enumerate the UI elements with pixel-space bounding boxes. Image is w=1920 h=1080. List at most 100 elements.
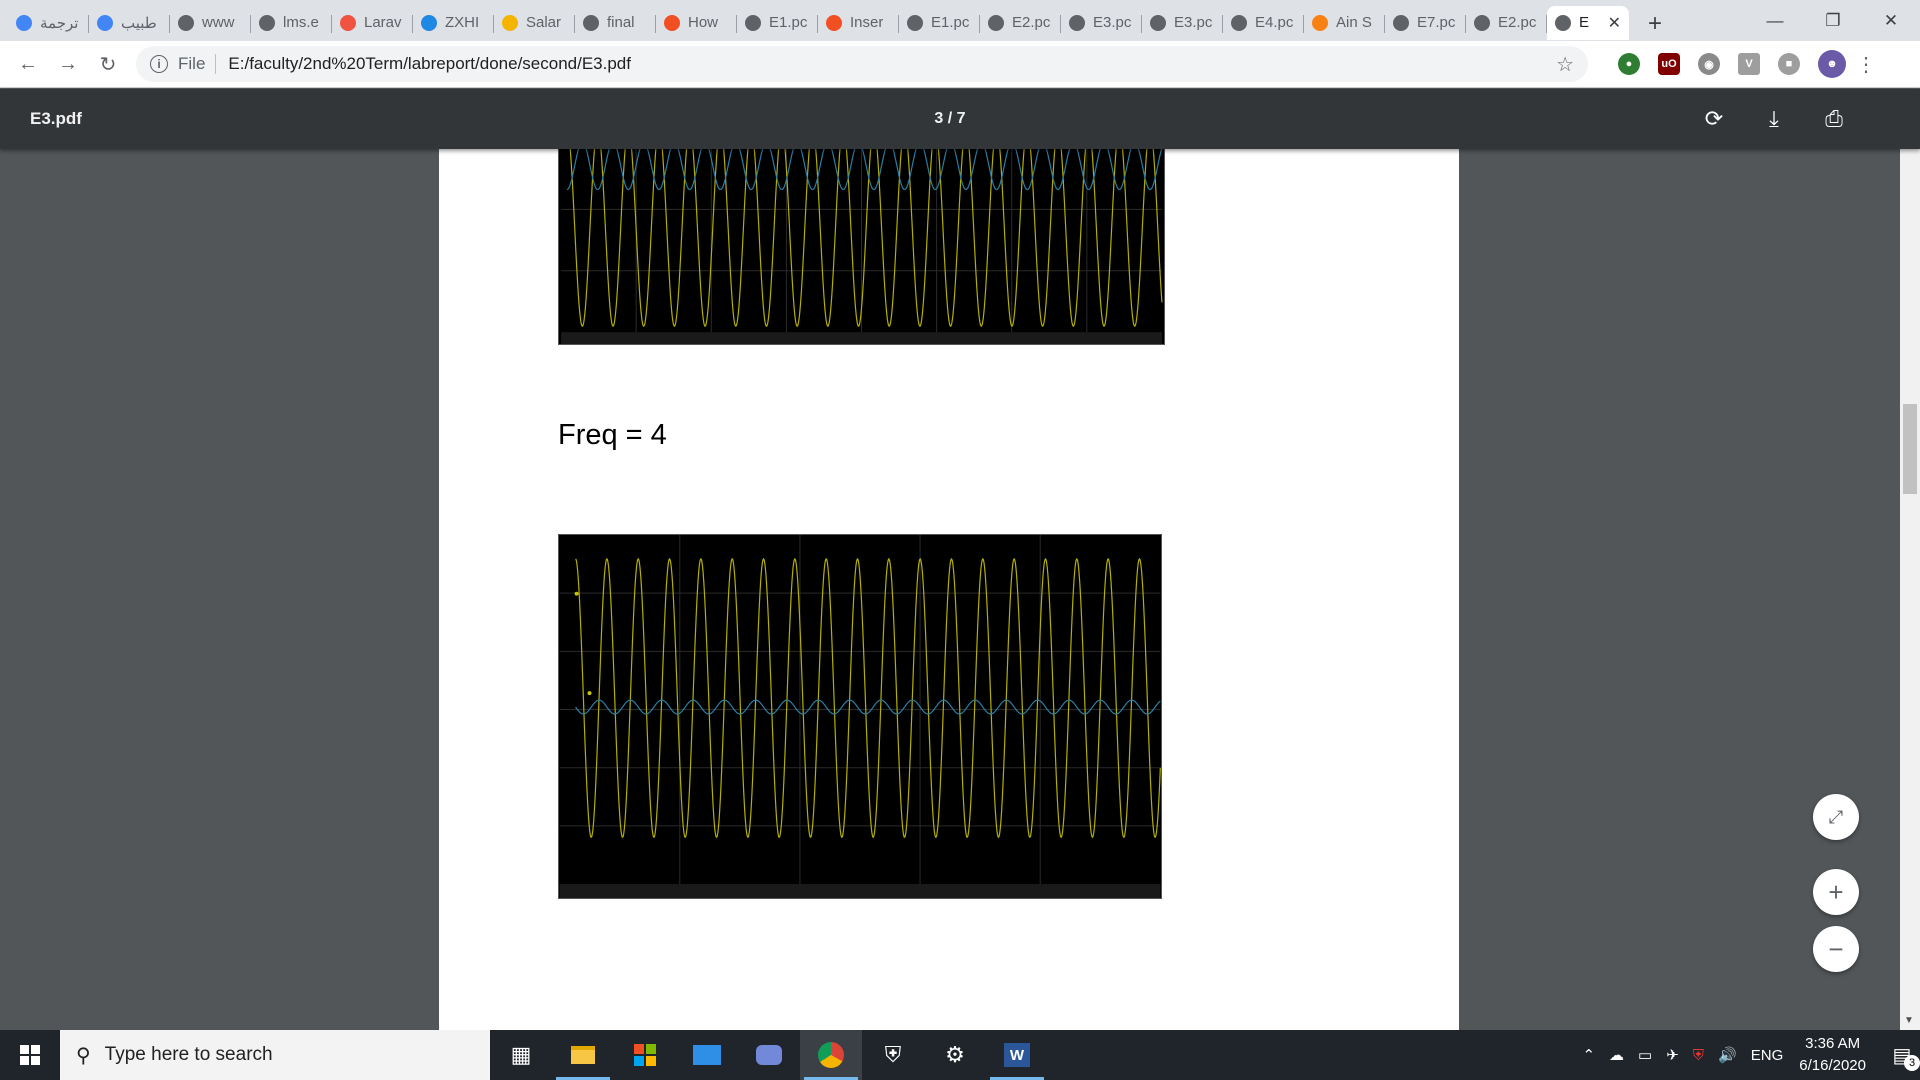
system-tray: ⌃ ☁ ▭ ✈ ⛨ 🔊 ENG <box>1582 1046 1793 1065</box>
windows-taskbar: ⚲ Type here to search ▦ ⛨ ⚙ W ⌃ ☁ ▭ ✈ ⛨ … <box>0 1030 1920 1080</box>
action-center-icon[interactable]: ▤ 3 <box>1884 1037 1920 1073</box>
taskbar-clock[interactable]: 3:36 AM 6/16/2020 <box>1799 1033 1866 1077</box>
page-indicator[interactable]: 3 / 7 <box>900 110 1000 128</box>
globe-icon <box>1474 14 1490 31</box>
extension-v-icon[interactable]: V <box>1738 53 1760 75</box>
browser-tab[interactable]: E3.pc <box>1142 6 1223 40</box>
extension-ghost-icon[interactable]: ◉ <box>1698 53 1720 75</box>
file-explorer-icon[interactable] <box>552 1030 614 1080</box>
browser-tab[interactable]: E1.pc <box>899 6 980 40</box>
tab-title: E7.pc <box>1417 14 1456 31</box>
reload-icon[interactable]: ↻ <box>88 44 128 84</box>
browser-tab[interactable]: Ain S <box>1304 6 1385 40</box>
url-text[interactable]: E:/faculty/2nd%20Term/labreport/done/sec… <box>228 54 1556 74</box>
pdf-filename: E3.pdf <box>30 109 82 128</box>
airplane-mode-icon[interactable]: ✈ <box>1666 1046 1679 1064</box>
rotate-icon[interactable]: ⟳ <box>1698 103 1730 135</box>
minimize-icon[interactable]: — <box>1746 0 1804 41</box>
flame-icon <box>502 14 518 31</box>
restore-icon[interactable]: ❐ <box>1804 0 1862 41</box>
back-arrow-icon[interactable]: ← <box>8 44 48 84</box>
tab-title: E <box>1579 14 1590 31</box>
browser-tab[interactable]: E4.pc <box>1223 6 1304 40</box>
tabs-container: ترجمة طبيب www lms.e Larav ZXHI Salar final How E… <box>0 0 1629 41</box>
browser-tab[interactable]: Salar <box>494 6 575 40</box>
google-translate-icon <box>16 14 32 31</box>
browser-toolbar: ← → ↻ i File E:/faculty/2nd%20Term/labre… <box>0 41 1920 88</box>
browser-tab[interactable]: lms.e <box>251 6 332 40</box>
browser-tab[interactable]: ترجمة <box>8 6 89 40</box>
discord-icon[interactable] <box>738 1030 800 1080</box>
microsoft-icon <box>664 14 680 31</box>
settings-gear-icon[interactable]: ⚙ <box>924 1030 986 1080</box>
close-tab-icon[interactable]: ✕ <box>1608 13 1621 33</box>
pdf-actions: ⟳ ⤓ ⎙ <box>1698 103 1850 135</box>
menu-dots-icon[interactable]: ⋮ <box>1856 52 1876 77</box>
laravel-icon <box>340 14 356 31</box>
microsoft-icon <box>826 14 842 31</box>
extension-shield-icon[interactable]: ■ <box>1778 53 1800 75</box>
browser-tab[interactable]: E2.pc <box>980 6 1061 40</box>
browser-tab[interactable]: E ✕ <box>1547 5 1629 40</box>
vertical-scrollbar[interactable]: ▲ ▼ <box>1900 89 1920 1030</box>
browser-tab[interactable]: Inser <box>818 6 899 40</box>
fit-page-icon[interactable]: ⤢ <box>1813 794 1859 840</box>
ublock-icon[interactable]: uO <box>1658 53 1680 75</box>
tab-title: lms.e <box>283 14 319 31</box>
word-icon[interactable]: W <box>986 1030 1048 1080</box>
new-tab-button[interactable]: + <box>1635 7 1675 41</box>
divider <box>215 54 217 74</box>
microsoft-store-icon[interactable] <box>614 1030 676 1080</box>
tab-title: E4.pc <box>1255 14 1294 31</box>
oscilloscope-plot-bottom <box>558 534 1162 899</box>
pdf-viewer: Freq = 4 <box>0 149 1900 1030</box>
browser-tab[interactable]: E3.pc <box>1061 6 1142 40</box>
globe-icon <box>259 14 275 31</box>
scroll-down-icon[interactable]: ▼ <box>1904 1015 1914 1026</box>
taskbar-search[interactable]: ⚲ Type here to search <box>60 1030 490 1080</box>
tab-title: Inser <box>850 14 884 31</box>
download-icon[interactable]: ⤓ <box>1758 103 1790 135</box>
address-bar[interactable]: i File E:/faculty/2nd%20Term/labreport/d… <box>136 46 1588 82</box>
chevron-up-icon[interactable]: ⌃ <box>1582 1046 1595 1064</box>
browser-tab[interactable]: طبيب <box>89 6 170 40</box>
battery-icon[interactable]: ▭ <box>1638 1046 1652 1064</box>
cloud-icon[interactable]: ☁ <box>1609 1046 1624 1064</box>
task-view-icon[interactable]: ▦ <box>490 1030 552 1080</box>
globe-icon <box>1069 14 1085 31</box>
windows-start-icon[interactable] <box>0 1030 60 1080</box>
print-icon[interactable]: ⎙ <box>1818 103 1850 135</box>
browser-tab[interactable]: ZXHI <box>413 6 494 40</box>
zte-icon <box>421 14 437 31</box>
profile-avatar[interactable]: ☻ <box>1818 50 1846 78</box>
extension-globe-icon[interactable]: ● <box>1618 53 1640 75</box>
scrollbar-thumb[interactable] <box>1903 404 1917 494</box>
tab-title: How <box>688 14 719 31</box>
volume-icon[interactable]: 🔊 <box>1718 1046 1737 1064</box>
info-icon[interactable]: i <box>150 55 168 73</box>
security-shield-icon[interactable]: ⛨ <box>862 1030 924 1080</box>
browser-tab[interactable]: E7.pc <box>1385 6 1466 40</box>
browser-tab[interactable]: E1.pc <box>737 6 818 40</box>
browser-tab[interactable]: www <box>170 6 251 40</box>
browser-tab[interactable]: final <box>575 6 656 40</box>
moodle-icon <box>1312 14 1328 31</box>
chrome-icon[interactable] <box>800 1030 862 1080</box>
forward-arrow-icon[interactable]: → <box>48 44 88 84</box>
browser-tab[interactable]: How <box>656 6 737 40</box>
extensions-area: ● uO ◉ V ■ ☻ <box>1618 50 1846 78</box>
browser-tab[interactable]: E2.pc <box>1466 6 1547 40</box>
defender-icon[interactable]: ⛨ <box>1693 1047 1704 1064</box>
browser-tab[interactable]: Larav <box>332 6 413 40</box>
close-window-icon[interactable]: ✕ <box>1862 0 1920 41</box>
zoom-out-icon[interactable]: − <box>1813 926 1859 972</box>
mail-icon[interactable] <box>676 1030 738 1080</box>
bookmark-star-icon[interactable]: ☆ <box>1556 52 1574 77</box>
tab-title: E3.pc <box>1093 14 1132 31</box>
search-icon: ⚲ <box>76 1044 91 1067</box>
tab-title: Larav <box>364 14 402 31</box>
pinned-apps: ▦ ⛨ ⚙ W <box>490 1030 1048 1080</box>
google-icon <box>97 14 113 31</box>
zoom-in-icon[interactable]: + <box>1813 869 1859 915</box>
language-indicator[interactable]: ENG <box>1751 1047 1784 1064</box>
